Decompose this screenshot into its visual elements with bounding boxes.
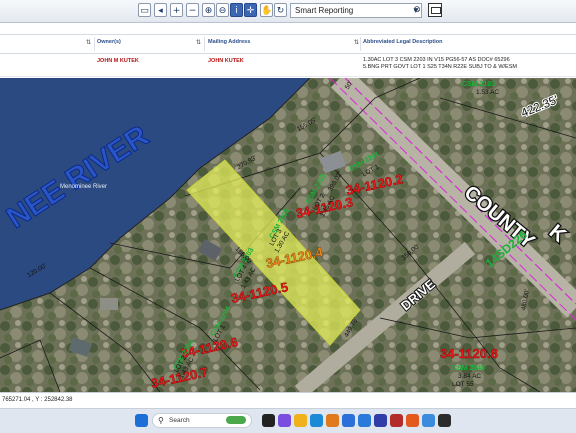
column-mailing-address[interactable]: Mailing Address: [208, 39, 250, 45]
csm-label: CSM 2545: [452, 365, 485, 372]
mail-icon[interactable]: [358, 414, 371, 427]
owner-cell: JOHN M KUTEK: [97, 58, 139, 64]
mailing-cell: JOHN KUTEK: [208, 58, 244, 64]
app-icon[interactable]: [422, 414, 435, 427]
map-toolbar: ▭ ◂ + − ⊕ ⊖ i ✛ ✋ ↻ Smart Reporting ▾ ⊗: [0, 0, 576, 23]
search-icon: ⚲: [158, 416, 164, 425]
parcel-map[interactable]: NEE RIVER Menominee River COUNTY K DRIVE…: [0, 78, 576, 392]
lot-label: LOT 55: [452, 381, 474, 388]
file-explorer-icon[interactable]: [294, 414, 307, 427]
close-icon[interactable]: ⊗: [412, 3, 422, 17]
windows-taskbar: ⚲ Search: [0, 408, 576, 433]
report-select[interactable]: Smart Reporting ▾: [290, 3, 422, 18]
legal-cell: 1.30AC LOT 3 CSM 2203 IN V15 PG56-57 AS …: [363, 57, 575, 71]
sort-arrows-icon[interactable]: ⇅: [196, 39, 201, 46]
taskbar-search-label: Search: [169, 417, 190, 424]
coordinate-readout-bar: 765271.04 , Y : 252842.38: [0, 392, 576, 409]
legal-line-1: 1.30AC LOT 3 CSM 2203 IN V15 PG56-57 AS …: [363, 57, 510, 63]
app-icon[interactable]: [438, 414, 451, 427]
zoom-in-icon[interactable]: +: [170, 3, 183, 17]
results-table-header: ⇅ Owner(s) ⇅ Mailing Address ⇅ Abbreviat…: [0, 34, 576, 54]
windows-start-icon[interactable]: [135, 414, 148, 427]
refresh-icon[interactable]: ↻: [274, 3, 287, 17]
outlook-icon[interactable]: [342, 414, 355, 427]
column-owners[interactable]: Owner(s): [97, 39, 121, 45]
monitor-icon[interactable]: ▭: [138, 3, 151, 17]
edge-browser-icon[interactable]: [310, 414, 323, 427]
info-icon[interactable]: i: [230, 3, 243, 17]
print-icon[interactable]: [428, 3, 442, 17]
store-icon[interactable]: [326, 414, 339, 427]
word-icon[interactable]: [374, 414, 387, 427]
coordinate-readout: 765271.04 , Y : 252842.38: [2, 397, 73, 403]
sort-arrows-icon[interactable]: ⇅: [354, 39, 359, 46]
zoom-out-icon[interactable]: −: [186, 3, 199, 17]
sort-arrows-icon[interactable]: ⇅: [86, 39, 91, 46]
turtle-widget-icon[interactable]: [226, 416, 246, 424]
zoom-minus-icon[interactable]: ⊖: [216, 3, 229, 17]
house-roof: [100, 298, 118, 310]
table-row[interactable]: JOHN M KUTEK JOHN KUTEK 1.30AC LOT 3 CSM…: [0, 54, 576, 77]
report-select-value: Smart Reporting: [295, 6, 354, 15]
acreage-label: 3.84 AC: [458, 373, 481, 380]
chat-icon[interactable]: [278, 414, 291, 427]
csm-label: CSM 2103: [462, 81, 495, 88]
legal-line-2: 5.BNG PRT GOVT LOT 1 S25 T34N R22E SUBJ …: [363, 64, 517, 70]
powerpoint-icon[interactable]: [390, 414, 403, 427]
zoom-previous-icon[interactable]: ◂: [154, 3, 167, 17]
zoom-plus-icon[interactable]: ⊕: [202, 3, 215, 17]
task-view-icon[interactable]: [262, 414, 275, 427]
hand-icon[interactable]: ✋: [260, 3, 273, 17]
river-small-label: Menominee River: [60, 184, 107, 190]
pan-crosshair-icon[interactable]: ✛: [244, 3, 257, 17]
acreage-label: 1.53 AC: [476, 89, 499, 96]
brave-browser-icon[interactable]: [406, 414, 419, 427]
column-legal-description[interactable]: Abbreviated Legal Description: [363, 39, 442, 45]
parcel-id-label[interactable]: 34-1120.8: [440, 346, 498, 361]
